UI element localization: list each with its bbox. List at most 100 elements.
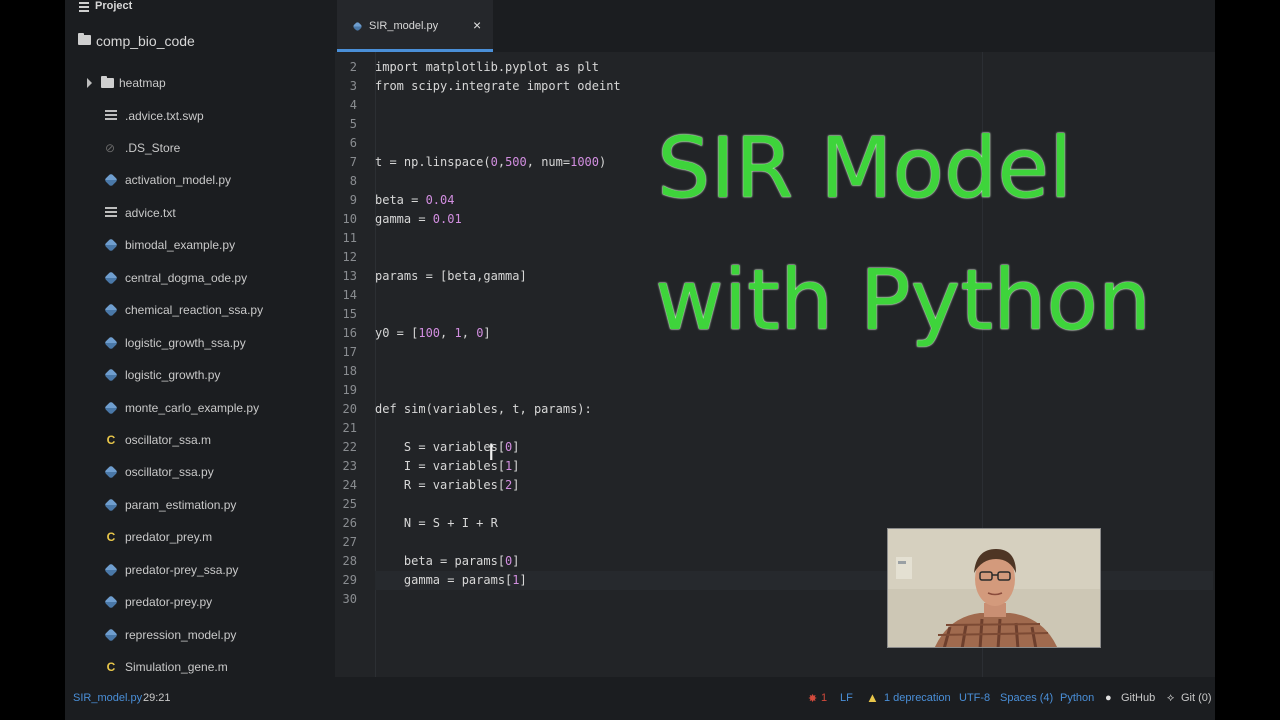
tree-item-label: repression_model.py [125,627,237,642]
tree-item[interactable]: ⊘ .DS_Store [65,136,335,160]
python-icon [104,270,118,285]
python-icon [104,595,118,609]
tree-item[interactable]: predator-prey.py [65,590,335,614]
status-bug-count[interactable]: 1 [821,692,827,704]
line-number: 11 [342,231,357,245]
line-number: 18 [342,364,357,378]
line-number: 9 [349,193,357,207]
tree-item-label: oscillator_ssa.py [125,465,214,480]
overlay-title-line2: with Python [655,251,1152,349]
python-icon [104,368,118,382]
status-indent[interactable]: Spaces (4) [1000,692,1053,704]
tree-item-label: logistic_growth_ssa.py [125,335,246,350]
tab-sir-model[interactable]: SIR_model.py × [337,0,493,52]
code-line[interactable] [375,362,1213,381]
status-deprecation[interactable]: 1 deprecation [884,692,951,704]
tree-item-label: .advice.txt.swp [125,108,204,123]
tree-item[interactable]: heatmap [65,71,335,95]
line-number-gutter: 2 3 4 5 6 7 8 9 10 11 12 13 14 15 16 17 18 19 20 21 22 23 24 25… [335,52,376,677]
matlab-icon: C [106,530,116,545]
code-line[interactable]: I = variables[1] [375,457,1213,476]
status-git[interactable]: Git (0) [1181,692,1212,704]
tree-item-label: chemical_reaction_ssa.py [125,303,264,318]
code-line[interactable]: import matplotlib.pyplot as plt [375,58,1213,77]
git-branch-icon: ⟡ [1167,692,1175,704]
tree-item-label: predator-prey_ssa.py [125,562,239,577]
tree-item[interactable]: param_estimation.py [65,493,335,517]
line-number: 15 [342,307,357,321]
root-folder-label: comp_bio_code [96,33,195,49]
webcam-video [887,528,1101,648]
tree-item-label: logistic_growth.py [125,368,221,383]
code-line[interactable]: def sim(variables, t, params): [375,400,1213,419]
code-line[interactable]: from scipy.integrate import odeint [375,77,1213,96]
python-icon [104,563,118,577]
folder-icon [78,33,91,45]
tree-item[interactable]: Cpredator_prey.m [65,525,335,549]
tree-item[interactable]: repression_model.py [65,623,335,647]
status-file-name[interactable]: SIR_model.py [73,692,142,704]
tree-item[interactable]: logistic_growth_ssa.py [65,331,335,355]
python-icon [104,303,118,317]
presenter-image [888,529,1100,647]
matlab-icon: C [106,433,116,447]
status-cursor-position[interactable]: 29:21 [143,692,171,704]
code-line[interactable] [375,495,1213,514]
tree-item-label: oscillator_ssa.m [125,433,212,447]
status-encoding[interactable]: UTF-8 [959,692,990,704]
bug-icon[interactable]: ✸ [808,692,817,705]
tree-item[interactable]: predator-prey_ssa.py [65,558,335,582]
matlab-icon: C [106,660,116,675]
line-number: 19 [342,383,357,397]
python-icon [104,498,118,512]
tree-item[interactable]: Coscillator_ssa.m [65,428,335,452]
line-number: 27 [342,535,357,549]
hidden-file-icon: ⊘ [105,140,116,155]
tree-root-folder[interactable]: comp_bio_code [65,26,335,56]
chevron-right-icon[interactable] [87,78,92,88]
python-icon [104,465,118,480]
line-number: 17 [342,345,357,359]
tree-item[interactable]: monte_carlo_example.py [65,396,335,420]
code-line[interactable]: R = variables[2] [375,476,1213,495]
tree-item[interactable]: activation_model.py [65,168,335,192]
status-grammar[interactable]: Python [1060,692,1094,704]
line-number: 3 [349,79,357,93]
warning-icon: ▲ [866,690,879,705]
code-line[interactable]: S = variables[0] [375,438,1213,457]
overlay-title-line1: SIR Model [657,119,1073,217]
tree-item[interactable]: advice.txt [65,201,335,225]
line-number: 20 [342,402,357,416]
line-number: 7 [349,155,357,169]
tree-item[interactable]: C Simulation_gene.m [65,655,335,677]
line-number: 12 [342,250,357,264]
tree-item[interactable]: chemical_reaction_ssa.py [65,298,335,322]
python-icon [104,238,118,253]
line-number: 22 [342,440,357,454]
status-github[interactable]: GitHub [1121,692,1155,704]
line-number: 30 [342,592,357,606]
line-number: 2 [349,60,357,74]
tree-header[interactable]: Project [65,0,335,14]
tree-item[interactable]: oscillator_ssa.py [65,460,335,484]
status-bar: SIR_model.py 29:21 ✸ 1 LF ▲ 1 deprecatio… [65,677,1215,720]
mouse-ibeam-cursor: I [488,441,495,466]
tree-item[interactable]: logistic_growth.py [65,363,335,387]
code-line[interactable] [375,229,1213,248]
python-icon [104,400,118,415]
tree-header-label: Project [95,0,133,12]
line-number: 26 [342,516,357,530]
tree-item[interactable]: bimodal_example.py [65,233,335,257]
text-file-icon [105,109,117,122]
line-number: 23 [342,459,357,473]
status-line-ending[interactable]: LF [840,692,853,704]
line-number: 24 [342,478,357,492]
code-line[interactable] [375,381,1213,400]
line-number: 16 [342,326,357,340]
code-line[interactable] [375,96,1213,115]
tree-item[interactable]: .advice.txt.swp [65,104,335,128]
code-line[interactable] [375,419,1213,438]
tab-bar: SIR_model.py × [335,0,1215,52]
close-tab-icon[interactable]: × [473,17,481,33]
tree-item[interactable]: central_dogma_ode.py [65,266,335,290]
